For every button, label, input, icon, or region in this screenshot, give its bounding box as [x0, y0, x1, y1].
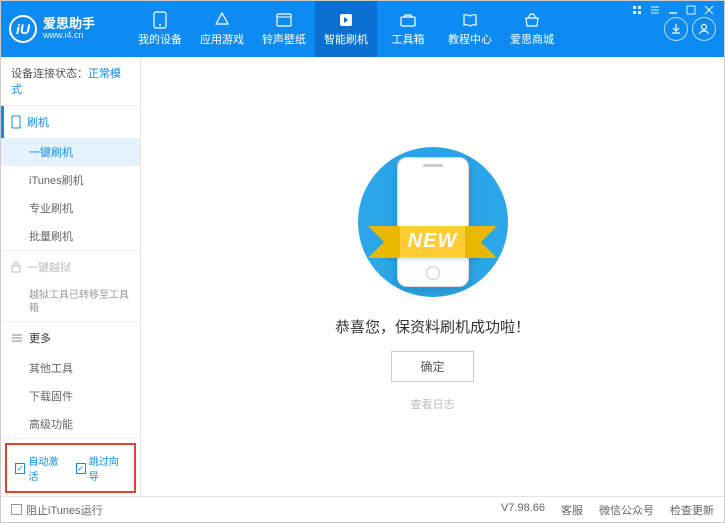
sidebar-more-title: 更多 — [29, 330, 51, 346]
brand-name: 爱思助手 — [43, 17, 95, 31]
user-button[interactable] — [692, 17, 716, 41]
version-label: V7.98.66 — [501, 502, 545, 518]
sidebar-item-itunes[interactable]: iTunes刷机 — [1, 166, 140, 194]
success-illustration: NEW — [333, 142, 533, 302]
checkbox-block-itunes[interactable]: 阻止iTunes运行 — [11, 502, 103, 518]
store-icon — [523, 11, 541, 29]
new-ribbon: NEW — [384, 226, 482, 257]
more-icon — [11, 333, 23, 343]
nav-label: 智能刷机 — [324, 31, 368, 47]
view-logs-link[interactable]: 查看日志 — [411, 396, 455, 412]
nav-label: 应用游戏 — [200, 31, 244, 47]
nav-label: 工具箱 — [392, 31, 425, 47]
book-icon — [461, 11, 479, 29]
phone-outline-icon — [11, 115, 21, 129]
brand-url: www.i4.cn — [43, 31, 95, 41]
success-message: 恭喜您，保资料刷机成功啦！ — [335, 316, 530, 337]
nav-toolbox[interactable]: 工具箱 — [377, 1, 439, 57]
lock-icon — [11, 261, 21, 273]
nav-ringtones[interactable]: 铃声壁纸 — [253, 1, 315, 57]
sidebar-item-other[interactable]: 其他工具 — [1, 354, 140, 382]
header-right — [664, 17, 716, 41]
brand-logo-icon: iU — [9, 15, 37, 43]
nav-store[interactable]: 爱思商城 — [501, 1, 563, 57]
sidebar-more-head[interactable]: 更多 — [1, 322, 140, 354]
nav-label: 铃声壁纸 — [262, 31, 306, 47]
nav-label: 教程中心 — [448, 31, 492, 47]
service-link[interactable]: 客服 — [561, 502, 583, 518]
brand: iU 爱思助手 www.i4.cn — [9, 15, 129, 43]
sidebar-flash-title: 刷机 — [27, 114, 49, 130]
sidebar-jailbreak-note: 越狱工具已转移至工具箱 — [1, 283, 140, 321]
nav-label: 爱思商城 — [510, 31, 554, 47]
close-icon[interactable] — [701, 4, 717, 16]
options-highlight: ✓ 自动激活 ✓ 跳过向导 — [5, 443, 136, 493]
sidebar-item-firmware[interactable]: 下载固件 — [1, 382, 140, 410]
wechat-link[interactable]: 微信公众号 — [599, 502, 654, 518]
update-link[interactable]: 检查更新 — [670, 502, 714, 518]
sidebar-item-advanced[interactable]: 高级功能 — [1, 410, 140, 438]
connection-status: 设备连接状态：正常模式 — [1, 57, 140, 106]
settings-icon[interactable] — [629, 4, 645, 16]
wallpaper-icon — [275, 11, 293, 29]
flash-icon — [337, 11, 355, 29]
menu-icon[interactable] — [647, 4, 663, 16]
toolbox-icon — [399, 11, 417, 29]
sidebar-item-oneclick[interactable]: 一键刷机 — [1, 138, 140, 166]
chk-label: 跳过向导 — [89, 453, 126, 483]
sidebar-flash-head[interactable]: 刷机 — [1, 106, 140, 138]
maximize-icon[interactable] — [683, 4, 699, 16]
sidebar-jailbreak-head: 一键越狱 — [1, 251, 140, 283]
main-content: NEW 恭喜您，保资料刷机成功啦！ 确定 查看日志 — [141, 57, 724, 496]
checkbox-skip-guide[interactable]: ✓ 跳过向导 — [76, 453, 127, 483]
download-button[interactable] — [664, 17, 688, 41]
sidebar-item-pro[interactable]: 专业刷机 — [1, 194, 140, 222]
nav-my-device[interactable]: 我的设备 — [129, 1, 191, 57]
app-header: iU 爱思助手 www.i4.cn 我的设备 应用游戏 铃声壁纸 智能刷机 — [1, 1, 724, 57]
checkbox-auto-activate[interactable]: ✓ 自动激活 — [15, 453, 66, 483]
nav-tutorials[interactable]: 教程中心 — [439, 1, 501, 57]
chk-label: 自动激活 — [28, 453, 65, 483]
phone-icon — [151, 11, 169, 29]
main-nav: 我的设备 应用游戏 铃声壁纸 智能刷机 工具箱 教程中心 — [129, 1, 664, 57]
nav-flash[interactable]: 智能刷机 — [315, 1, 377, 57]
sidebar: 设备连接状态：正常模式 刷机 一键刷机 iTunes刷机 专业刷机 批量刷机 一… — [1, 57, 141, 496]
footer: 阻止iTunes运行 V7.98.66 客服 微信公众号 检查更新 — [1, 496, 724, 522]
conn-label: 设备连接状态： — [11, 68, 88, 80]
apps-icon — [213, 11, 231, 29]
window-controls — [629, 4, 717, 16]
phone-graphic-icon — [397, 157, 469, 287]
checkmark-icon: ✓ — [76, 463, 86, 474]
sidebar-jailbreak-title: 一键越狱 — [27, 259, 71, 275]
nav-apps[interactable]: 应用游戏 — [191, 1, 253, 57]
ft-label: 阻止iTunes运行 — [26, 502, 103, 518]
checkbox-empty-icon — [11, 504, 22, 515]
sidebar-item-batch[interactable]: 批量刷机 — [1, 222, 140, 250]
checkmark-icon: ✓ — [15, 463, 25, 474]
minimize-icon[interactable] — [665, 4, 681, 16]
ok-button[interactable]: 确定 — [391, 351, 473, 382]
nav-label: 我的设备 — [138, 31, 182, 47]
